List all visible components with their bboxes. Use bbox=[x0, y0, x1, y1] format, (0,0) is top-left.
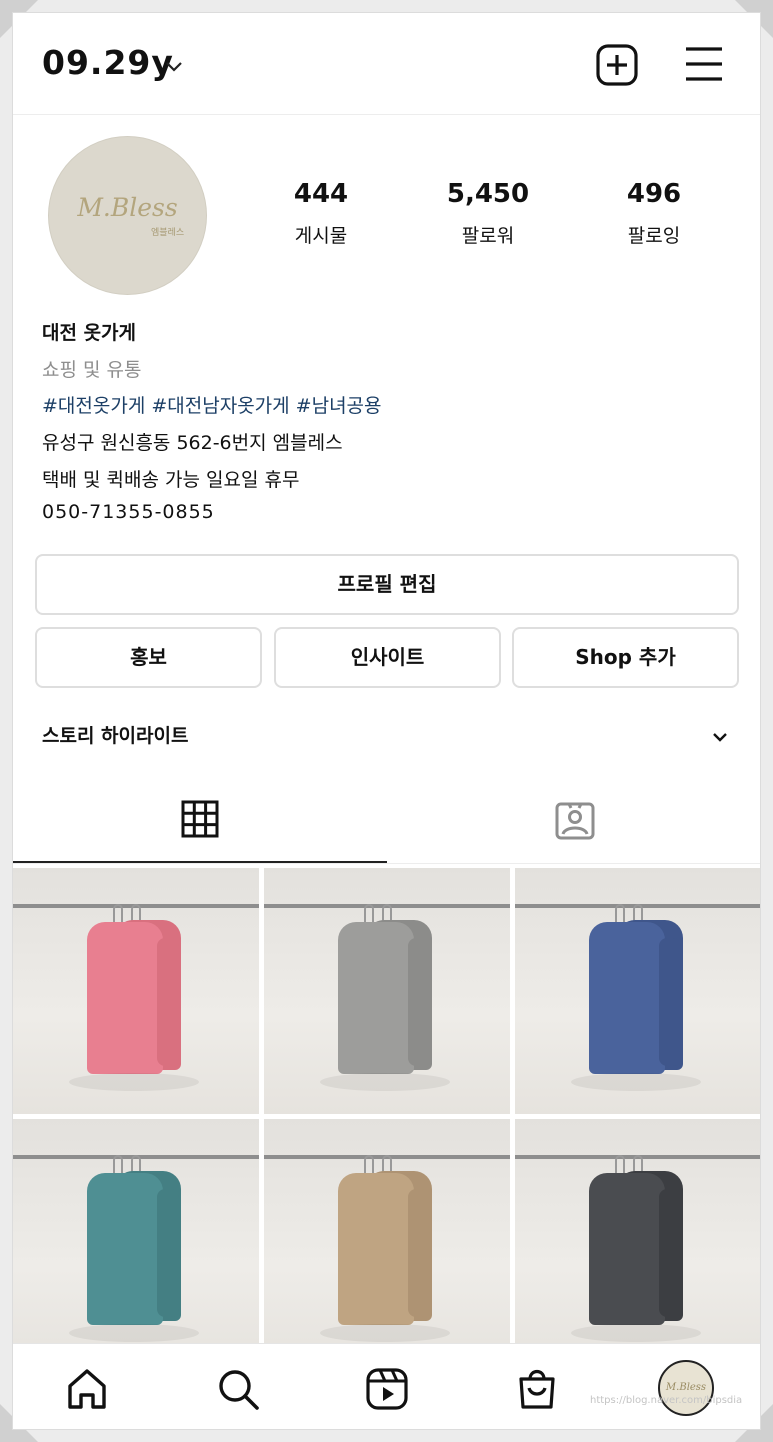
plus-square-icon[interactable] bbox=[595, 43, 639, 87]
tagged-person-icon bbox=[555, 802, 595, 840]
sweater-sleeve bbox=[157, 1189, 179, 1317]
sweater bbox=[338, 1173, 414, 1325]
floor-shadow bbox=[320, 1073, 450, 1091]
sweater-sleeve bbox=[659, 1189, 681, 1317]
floor-shadow bbox=[69, 1324, 199, 1342]
reels-icon[interactable] bbox=[364, 1366, 410, 1412]
sweater-sleeve bbox=[659, 938, 681, 1066]
grid-icon bbox=[181, 800, 219, 838]
account-username[interactable]: 09.29y bbox=[42, 43, 174, 82]
add-shop-button[interactable]: Shop 추가 bbox=[512, 627, 739, 688]
top-bar: 09.29y bbox=[13, 13, 760, 115]
profile-avatar-tab[interactable]: M.Bless bbox=[658, 1360, 714, 1416]
hamburger-menu-icon[interactable] bbox=[683, 43, 725, 85]
floor-shadow bbox=[571, 1073, 701, 1091]
post-thumbnail[interactable] bbox=[13, 868, 259, 1114]
tab-tagged[interactable] bbox=[387, 783, 760, 863]
stat-label: 팔로잉 bbox=[627, 225, 681, 247]
avatar-logo: M.Bless bbox=[77, 193, 178, 222]
post-thumbnail[interactable] bbox=[13, 1119, 259, 1365]
stat-value: 496 bbox=[626, 179, 682, 209]
stat-label: 팔로워 bbox=[461, 225, 515, 247]
chevron-down-icon[interactable] bbox=[710, 727, 730, 747]
floor-shadow bbox=[320, 1324, 450, 1342]
profile-hashtags[interactable]: #대전옷가게 #대전남자옷가게 #남녀공용 bbox=[42, 391, 382, 418]
profile-category: 쇼핑 및 유통 bbox=[42, 359, 142, 381]
stat-label: 게시물 bbox=[294, 225, 348, 247]
sweater-sleeve bbox=[408, 938, 430, 1066]
stat-value: 5,450 bbox=[446, 179, 530, 209]
stat-posts[interactable]: 444 게시물 bbox=[251, 179, 391, 248]
sweater bbox=[338, 922, 414, 1074]
bottom-navigation: M.Bless bbox=[13, 1343, 760, 1429]
post-thumbnail[interactable] bbox=[515, 868, 760, 1114]
search-icon[interactable] bbox=[215, 1366, 261, 1412]
promote-button[interactable]: 홍보 bbox=[35, 627, 262, 688]
floor-shadow bbox=[69, 1073, 199, 1091]
profile-name: 대전 옷가게 bbox=[42, 322, 137, 344]
insights-button[interactable]: 인사이트 bbox=[274, 627, 501, 688]
stat-value: 444 bbox=[293, 179, 349, 209]
phone-screen: 09.29y M.Bless 엠블레스 444 게시물 5,450 팔로워 49… bbox=[12, 12, 761, 1430]
post-thumbnail[interactable] bbox=[515, 1119, 760, 1365]
post-thumbnail[interactable] bbox=[264, 1119, 510, 1365]
chevron-down-icon[interactable] bbox=[163, 55, 185, 77]
sweater bbox=[87, 922, 163, 1074]
watermark-text: https://blog.naver.com/bipsdia bbox=[590, 1395, 743, 1406]
sweater bbox=[87, 1173, 163, 1325]
sweater-sleeve bbox=[157, 938, 179, 1066]
tab-grid[interactable] bbox=[13, 783, 387, 863]
profile-address: 유성구 원신흥동 562-6번지 엠블레스 bbox=[42, 432, 343, 454]
profile-avatar[interactable]: M.Bless 엠블레스 bbox=[48, 136, 207, 295]
sweater bbox=[589, 1173, 665, 1325]
stat-followers[interactable]: 5,450 팔로워 bbox=[418, 179, 558, 248]
story-highlights-label[interactable]: 스토리 하이라이트 bbox=[42, 721, 188, 748]
sweater bbox=[589, 922, 665, 1074]
avatar-subtext: 엠블레스 bbox=[151, 228, 185, 238]
stat-following[interactable]: 496 팔로잉 bbox=[584, 179, 724, 248]
profile-delivery-info: 택배 및 퀵배송 가능 일요일 휴무 bbox=[42, 469, 300, 491]
post-thumbnail[interactable] bbox=[264, 868, 510, 1114]
home-icon[interactable] bbox=[64, 1366, 110, 1412]
sweater-sleeve bbox=[408, 1189, 430, 1317]
floor-shadow bbox=[571, 1324, 701, 1342]
shop-bag-icon[interactable] bbox=[514, 1366, 560, 1412]
tab-divider bbox=[13, 863, 760, 864]
edit-profile-button[interactable]: 프로필 편집 bbox=[35, 554, 739, 615]
profile-phone[interactable]: 050-71355-0855 bbox=[42, 501, 215, 523]
